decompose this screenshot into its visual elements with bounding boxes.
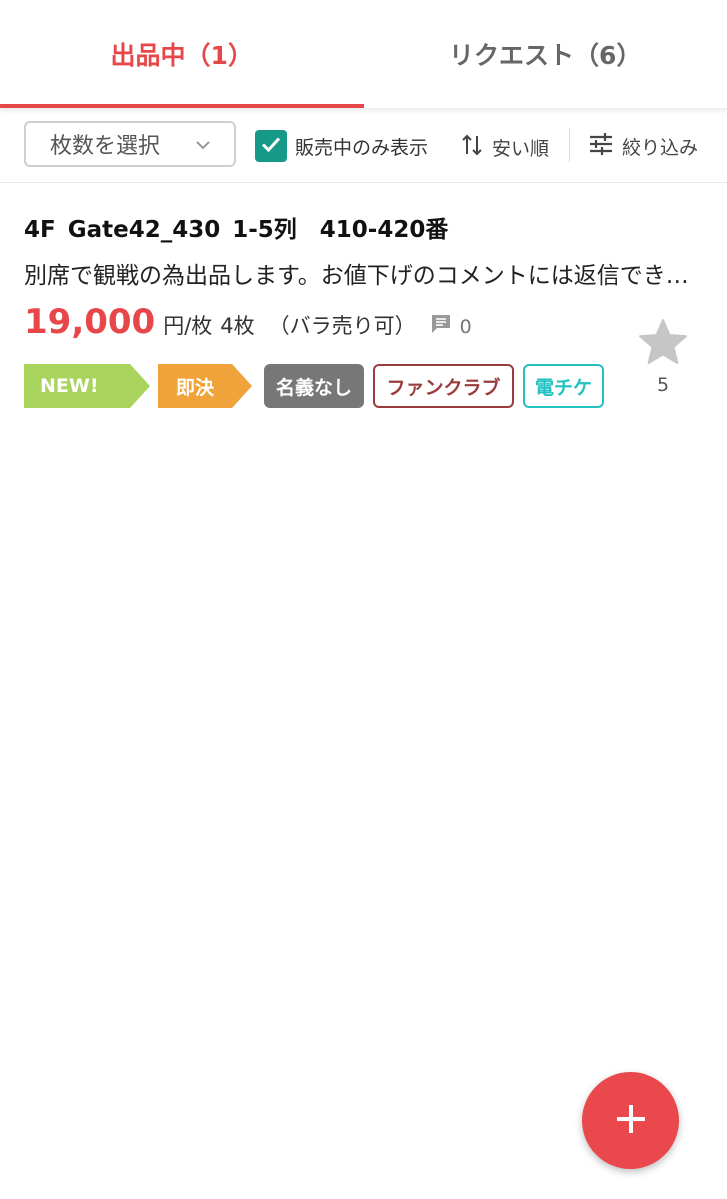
- favorite-button[interactable]: 5: [636, 318, 690, 396]
- tag-instant: 即決: [158, 364, 252, 408]
- tab-requests[interactable]: リクエスト（6）: [364, 0, 727, 108]
- tab-bar: 出品中（1） リクエスト（6）: [0, 0, 727, 108]
- refine-label: 絞り込み: [622, 137, 699, 159]
- star-icon: [638, 319, 688, 370]
- on-sale-only-toggle[interactable]: 販売中のみ表示: [255, 130, 428, 162]
- tag-new: NEW!: [24, 364, 150, 408]
- price-unit: 円/枚: [163, 314, 213, 338]
- tag-no-name: 名義なし: [264, 364, 364, 408]
- sort-label: 安い順: [492, 138, 550, 160]
- filter-bar: 枚数を選択 販売中のみ表示 安い順 絞り込み: [0, 110, 727, 183]
- on-sale-only-label: 販売中のみ表示: [295, 136, 429, 159]
- comment-icon: [430, 313, 452, 340]
- tag-eticket: 電チケ: [523, 364, 604, 408]
- tab-listings[interactable]: 出品中（1）: [0, 0, 364, 108]
- quantity-select[interactable]: 枚数を選択: [24, 121, 236, 167]
- price-row: 19,000 円/枚 4枚 （バラ売り可） 0: [24, 302, 472, 342]
- quantity-select-value: 枚数を選択: [50, 134, 161, 159]
- sort-arrows-icon: [460, 132, 484, 163]
- listing-description: 別席で観戦の為出品します。お値下げのコメントには返信できません。: [24, 263, 706, 289]
- listing-title: 4F Gate42_430 1-5列 410-420番: [24, 217, 449, 243]
- tag-fanclub: ファンクラブ: [373, 364, 514, 408]
- comment-count: 0: [430, 313, 472, 340]
- sliders-icon: [588, 132, 614, 161]
- add-listing-button[interactable]: [582, 1072, 679, 1169]
- listing-quantity: 4枚: [220, 314, 255, 338]
- listing-price: 19,000: [24, 302, 156, 342]
- plus-icon: [614, 1102, 648, 1140]
- divider: [569, 128, 570, 162]
- comment-count-value: 0: [459, 315, 472, 338]
- favorite-count: 5: [656, 374, 670, 396]
- on-sale-only-checkbox[interactable]: [255, 130, 287, 162]
- sort-button[interactable]: 安い順: [460, 132, 549, 163]
- split-sale-note: （バラ売り可）: [268, 314, 416, 338]
- tag-list: NEW! 即決 名義なし ファンクラブ 電チケ: [24, 364, 613, 408]
- refine-button[interactable]: 絞り込み: [588, 132, 698, 161]
- chevron-down-icon: [194, 135, 212, 160]
- check-icon: [259, 132, 283, 160]
